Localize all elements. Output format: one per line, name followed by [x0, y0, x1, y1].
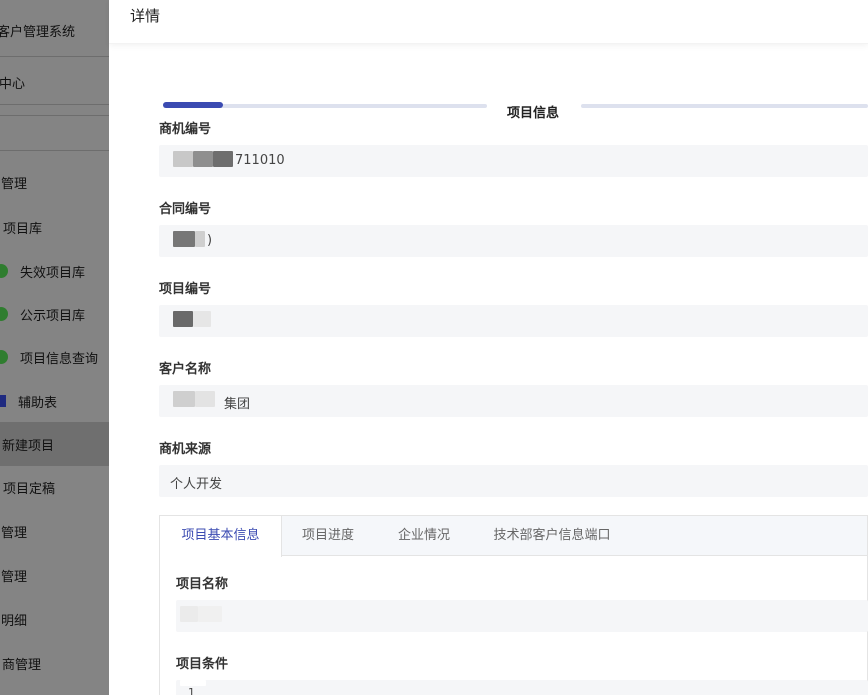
section-divider: 项目信息: [163, 100, 868, 121]
drawer-header: 详情: [109, 0, 868, 44]
field-label-contract-no: 合同编号: [159, 202, 212, 217]
tab-project-progress[interactable]: 项目进度: [282, 516, 374, 556]
sidebar-item-project-query[interactable]: 项目信息查询: [0, 335, 109, 379]
sidebar-divider: [0, 150, 109, 151]
book-icon: [0, 395, 6, 407]
tab-tech-customer-port[interactable]: 技术部客户信息端口: [474, 516, 630, 556]
status-dot-icon: [0, 307, 8, 321]
divider-highlight: [163, 102, 223, 108]
field-label-project-no: 项目编号: [159, 282, 212, 297]
redacted-text: [195, 391, 215, 407]
redacted-text: [173, 391, 195, 407]
redacted-text: [213, 151, 233, 167]
sidebar-item-project-finalize[interactable]: 项目定稿: [0, 465, 109, 509]
sidebar-item-management-2[interactable]: 管理: [0, 509, 109, 553]
sidebar-divider: [0, 115, 109, 116]
field-label-project-name: 项目名称: [176, 577, 229, 592]
sidebar-item-details[interactable]: 明细: [0, 597, 109, 641]
sidebar-item-center[interactable]: 中心: [0, 60, 109, 104]
divider-line-right: [581, 104, 868, 108]
sidebar-item-new-project[interactable]: 新建项目: [0, 422, 109, 466]
sidebar-item-invalid-projects[interactable]: 失效项目库: [0, 249, 109, 293]
field-label-opportunity-no: 商机编号: [159, 122, 212, 137]
section-title: 项目信息: [507, 106, 560, 121]
redacted-text: [173, 151, 193, 167]
field-opportunity-no: 711010: [159, 145, 868, 177]
sidebar-item-auxiliary-table[interactable]: 辅助表: [0, 379, 109, 423]
redacted-text: [180, 606, 198, 622]
sidebar-item-management[interactable]: 管理: [0, 160, 109, 204]
redacted-text: [195, 231, 205, 247]
tab-project-basic-info[interactable]: 项目基本信息: [160, 516, 282, 557]
field-label-customer-name: 客户名称: [159, 362, 212, 377]
sidebar-divider: [0, 56, 109, 57]
field-customer-name: 集团: [159, 385, 868, 417]
field-label-project-conditions: 项目条件: [176, 657, 229, 672]
sidebar: 客户管理系统 中心 管理 项目库 失效项目库 公示项目库 项目信息查询 辅助表 …: [0, 0, 109, 695]
status-dot-icon: [0, 264, 8, 278]
field-opportunity-source: 个人开发: [159, 465, 868, 497]
sidebar-app-title: 客户管理系统: [0, 24, 76, 40]
divider-line-left: [163, 102, 487, 108]
field-project-name: [176, 600, 868, 632]
tab-company-status[interactable]: 企业情况: [374, 516, 474, 556]
field-project-no: [159, 305, 868, 337]
redacted-text: [173, 311, 193, 327]
sidebar-item-project-library[interactable]: 项目库: [0, 205, 109, 249]
tab-card: 项目基本信息 项目进度 企业情况 技术部客户信息端口 项目名称 项目条件 1: [159, 515, 868, 695]
sidebar-item-management-3[interactable]: 管理: [0, 553, 109, 597]
redacted-text: [198, 606, 222, 622]
redacted-text: [193, 311, 211, 327]
sidebar-item-public-projects[interactable]: 公示项目库: [0, 292, 109, 336]
redacted-text: [173, 231, 195, 247]
field-project-conditions: 1: [176, 680, 868, 695]
drawer-title: 详情: [130, 7, 161, 25]
sidebar-item-merchant-management[interactable]: 商管理: [0, 641, 109, 685]
redacted-text: [193, 151, 213, 167]
tab-bar: 项目基本信息 项目进度 企业情况 技术部客户信息端口: [160, 516, 867, 557]
field-label-opportunity-source: 商机来源: [159, 442, 212, 457]
field-contract-no: ): [159, 225, 868, 257]
detail-drawer: 详情 项目信息 商机编号 711010 合同编号 ) 项目编号 客户名称 集团 …: [109, 0, 868, 695]
sidebar-divider: [0, 104, 109, 105]
status-dot-icon: [0, 350, 8, 364]
